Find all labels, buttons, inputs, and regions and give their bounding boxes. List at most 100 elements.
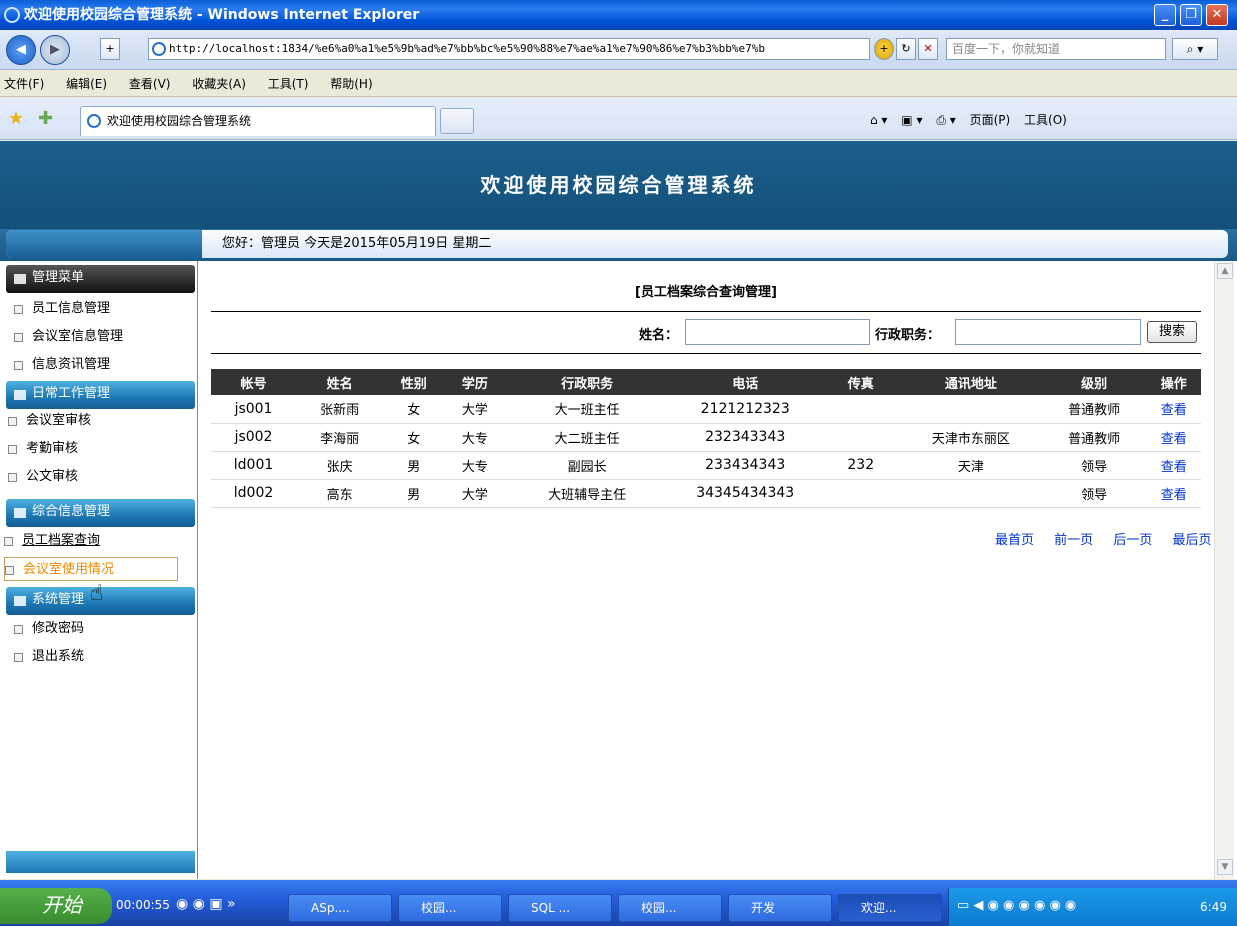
scroll-down-icon[interactable]: ▼	[1217, 859, 1233, 875]
tools-menu[interactable]: 工具(O)	[1024, 113, 1067, 127]
sidebar-item-staff-archive-query[interactable]: 员工档案查询	[4, 529, 100, 553]
table-row: js001 张新雨 女 大学 大一班主任 2121212323 普通教师 查看	[211, 395, 1201, 424]
page-icon	[14, 653, 23, 662]
taskbar-button-sql[interactable]: SQL ...	[508, 894, 612, 922]
page-icon	[14, 333, 23, 342]
cell-gender: 女	[383, 395, 445, 424]
page-icon	[5, 566, 14, 575]
add-favorite-icon[interactable]: +	[100, 38, 120, 60]
url-input[interactable]: http://localhost:1834/%e6%a0%a1%e5%9b%ad…	[148, 38, 870, 60]
favorites-star-icon[interactable]: ★	[8, 108, 24, 129]
menu-view[interactable]: 查看(V)	[129, 77, 171, 91]
sidebar-item-meeting-room-info[interactable]: 会议室信息管理	[14, 325, 123, 349]
sidebar-item-meeting-room-usage[interactable]: 会议室使用情况	[4, 557, 178, 581]
view-link[interactable]: 查看	[1161, 488, 1187, 503]
cell-fax: 232	[821, 451, 901, 480]
col-fax: 传真	[821, 369, 901, 395]
search-form: 姓名： 行政职务： 搜索	[199, 319, 1213, 345]
view-link[interactable]: 查看	[1161, 460, 1187, 475]
taskbar-button-dev[interactable]: 开发	[728, 894, 832, 922]
start-button[interactable]: 开始	[0, 888, 112, 924]
page-icon	[14, 305, 23, 314]
view-link[interactable]: 查看	[1161, 432, 1187, 447]
hand-cursor-icon: ☝	[90, 581, 104, 606]
sidebar-header-integrated-info[interactable]: 综合信息管理	[6, 499, 195, 527]
cell-gender: 女	[383, 423, 445, 452]
grid-icon	[14, 274, 26, 284]
command-bar: ⌂ ▾ ▣ ▾ ⎙ ▾ 页面(P) 工具(O)	[870, 108, 1077, 132]
forward-button[interactable]: ▶	[40, 35, 70, 65]
menu-edit[interactable]: 编辑(E)	[66, 77, 107, 91]
cell-action: 查看	[1146, 479, 1201, 508]
window-title-bar: 欢迎使用校园综合管理系统 - Windows Internet Explorer…	[0, 0, 1237, 30]
post-input[interactable]	[955, 319, 1141, 345]
tab-current[interactable]: 欢迎使用校园综合管理系统	[80, 106, 436, 136]
sidebar-item-meeting-review[interactable]: 会议室审核	[8, 409, 91, 433]
web-search-input[interactable]: 百度一下，你就知道	[946, 38, 1166, 60]
last-page-link[interactable]: 最后页	[1172, 533, 1211, 548]
cell-fax	[821, 479, 901, 508]
refresh-icon[interactable]: ↻	[896, 38, 916, 60]
menu-bar: 文件(F) 编辑(E) 查看(V) 收藏夹(A) 工具(T) 帮助(H)	[0, 71, 1237, 97]
site-banner: 欢迎使用校园综合管理系统	[0, 141, 1237, 229]
sidebar-item-attendance-review[interactable]: 考勤审核	[8, 437, 78, 461]
cell-address	[900, 395, 1042, 424]
sidebar-item-logout[interactable]: 退出系统	[14, 645, 84, 669]
menu-file[interactable]: 文件(F)	[4, 77, 44, 91]
page-icon	[14, 625, 23, 634]
sidebar-header-daily-work[interactable]: 日常工作管理	[6, 381, 195, 409]
new-tab-button[interactable]	[440, 108, 474, 134]
cell-fax	[821, 423, 901, 452]
taskbar-button-asp[interactable]: ASp....	[288, 894, 392, 922]
cell-fax	[821, 395, 901, 424]
feeds-icon[interactable]: ▣ ▾	[901, 113, 922, 127]
home-icon[interactable]: ⌂ ▾	[870, 113, 887, 127]
sidebar-item-staff-info[interactable]: 员工信息管理	[14, 297, 110, 321]
col-education: 学历	[444, 369, 506, 395]
vertical-scrollbar[interactable]: ▲ ▼	[1214, 261, 1234, 879]
close-button[interactable]: ✕	[1206, 4, 1228, 26]
menu-help[interactable]: 帮助(H)	[330, 77, 372, 91]
cell-action: 查看	[1146, 395, 1201, 424]
search-button[interactable]: 搜索	[1147, 321, 1197, 343]
first-page-link[interactable]: 最首页	[995, 533, 1034, 548]
col-post: 行政职务	[505, 369, 669, 395]
maximize-button[interactable]: ❐	[1180, 4, 1202, 26]
add-favorites-icon[interactable]: ✚	[38, 108, 53, 129]
sidebar-item-document-review[interactable]: 公文审核	[8, 465, 78, 489]
sidebar-header-manage-menu[interactable]: 管理菜单	[6, 265, 195, 293]
taskbar-button-campus-app[interactable]: 校园...	[618, 894, 722, 922]
cell-phone: 34345434343	[668, 479, 822, 508]
menu-tools[interactable]: 工具(T)	[268, 77, 309, 91]
minimize-button[interactable]: _	[1154, 4, 1176, 26]
col-address: 通讯地址	[900, 369, 1042, 395]
cell-post: 大班辅导主任	[505, 479, 669, 508]
prev-page-link[interactable]: 前一页	[1054, 533, 1093, 548]
taskbar-button-welcome[interactable]: 欢迎...	[838, 894, 942, 922]
url-text: http://localhost:1834/%e6%a0%a1%e5%9b%ad…	[169, 42, 766, 55]
cell-name: 高东	[296, 479, 384, 508]
cell-phone: 233434343	[668, 451, 822, 480]
tray-icons[interactable]: ▭ ◀ ◉ ◉ ◉ ◉ ◉ ◉	[957, 898, 1076, 913]
taskbar-button-campus-folder[interactable]: 校园...	[398, 894, 502, 922]
sidebar-item-change-password[interactable]: 修改密码	[14, 617, 84, 641]
window-title: 欢迎使用校园综合管理系统 - Windows Internet Explorer	[24, 7, 420, 23]
next-page-link[interactable]: 后一页	[1113, 533, 1152, 548]
scroll-up-icon[interactable]: ▲	[1217, 263, 1233, 279]
stop-icon[interactable]: ✕	[918, 38, 938, 60]
quicklaunch-icons[interactable]: ◉ ◉ ▣ »	[176, 896, 236, 912]
clock: 6:49	[1200, 900, 1227, 914]
page-icon	[8, 417, 17, 426]
sidebar-item-news-info[interactable]: 信息资讯管理	[14, 353, 110, 377]
page-icon	[152, 42, 166, 56]
ie-icon	[4, 7, 20, 23]
menu-favorites[interactable]: 收藏夹(A)	[192, 77, 246, 91]
view-link[interactable]: 查看	[1161, 403, 1187, 418]
print-icon[interactable]: ⎙ ▾	[936, 113, 955, 127]
name-input[interactable]	[685, 319, 870, 345]
back-button[interactable]: ◀	[6, 35, 36, 65]
section-title: [员工档案综合查询管理]	[635, 285, 777, 300]
cell-gender: 男	[383, 479, 445, 508]
page-menu[interactable]: 页面(P)	[970, 113, 1011, 127]
search-icon[interactable]: ⌕ ▾	[1172, 38, 1218, 60]
